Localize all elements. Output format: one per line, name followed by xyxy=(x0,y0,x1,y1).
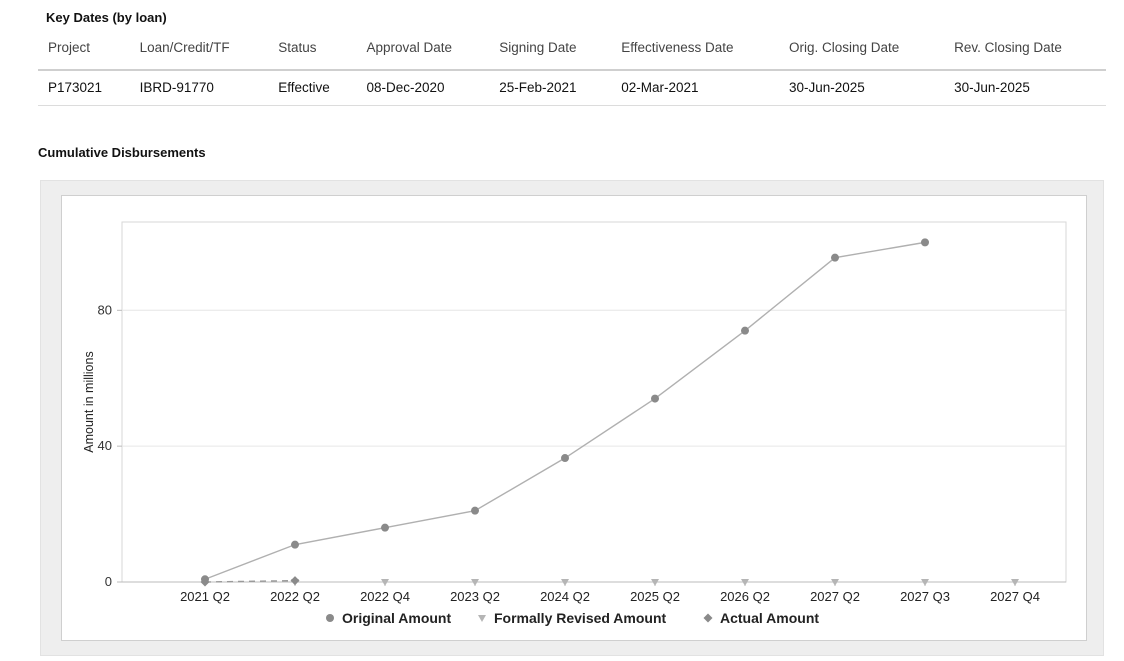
data-point-original-amount xyxy=(291,540,299,549)
series-line-original-amount xyxy=(204,241,926,580)
legend-marker-actual-amount xyxy=(703,613,713,623)
table-cell: Effective xyxy=(268,70,357,106)
table-cell: 08-Dec-2020 xyxy=(356,70,490,106)
key-dates-table: Project Loan/Credit/TF Status Approval D… xyxy=(38,30,1106,106)
plot-area xyxy=(121,221,1067,583)
column-header: Effectiveness Date xyxy=(611,30,779,71)
column-header: Signing Date xyxy=(489,30,612,71)
x-tick-label: 2025 Q2 xyxy=(630,589,680,604)
legend-marker-original-amount xyxy=(326,614,334,622)
chart-frame: 0 40 80 2021 Q2 2022 Q2 2022 Q4 2023 Q2 2024 Q2… xyxy=(40,180,1104,656)
legend-label-formally-revised-amount: Formally Revised Amount xyxy=(494,610,667,626)
table-header-row: Project Loan/Credit/TF Status Approval D… xyxy=(38,30,1106,71)
data-point-original-amount xyxy=(831,253,839,262)
table-cell: 25-Feb-2021 xyxy=(489,70,612,106)
table-cell: IBRD-91770 xyxy=(129,70,269,106)
column-header: Approval Date xyxy=(356,30,490,71)
y-tick-label: 80 xyxy=(98,302,112,317)
data-point-original-amount xyxy=(201,575,209,584)
data-point-original-amount xyxy=(561,454,569,463)
data-point-original-amount xyxy=(471,506,479,515)
data-point-actual-amount xyxy=(290,576,300,586)
legend-marker-formally-revised-amount xyxy=(478,615,486,622)
y-tick-label: 40 xyxy=(98,438,112,453)
y-axis-label: Amount in millions xyxy=(82,351,96,452)
table-row: P173021 IBRD-91770 Effective 08-Dec-2020… xyxy=(38,70,1106,106)
x-tick-label: 2027 Q3 xyxy=(900,589,950,604)
table-cell: 02-Mar-2021 xyxy=(611,70,779,106)
x-tick-label: 2027 Q2 xyxy=(810,589,860,604)
x-tick-label: 2024 Q2 xyxy=(540,589,590,604)
x-tick-label: 2023 Q2 xyxy=(450,589,500,604)
chart-panel: 0 40 80 2021 Q2 2022 Q2 2022 Q4 2023 Q2 2024 Q2… xyxy=(61,195,1087,641)
x-tick-label: 2027 Q4 xyxy=(990,589,1040,604)
column-header: Loan/Credit/TF xyxy=(129,30,269,71)
x-tick-label: 2021 Q2 xyxy=(180,589,230,604)
key-dates-title: Key Dates (by loan) xyxy=(46,10,167,25)
x-tick-label: 2026 Q2 xyxy=(720,589,770,604)
legend-label-original-amount: Original Amount xyxy=(342,610,451,626)
column-header: Orig. Closing Date xyxy=(778,30,945,71)
column-header: Project xyxy=(38,30,130,71)
y-tick-label: 0 xyxy=(105,574,112,589)
data-point-original-amount xyxy=(741,326,749,335)
table-cell: P173021 xyxy=(38,70,130,106)
x-tick-label: 2022 Q2 xyxy=(270,589,320,604)
data-point-original-amount xyxy=(651,394,659,403)
data-point-original-amount xyxy=(381,523,389,532)
disbursement-chart: 0 40 80 2021 Q2 2022 Q2 2022 Q4 2023 Q2 2024 Q2… xyxy=(82,221,1067,626)
x-tick-label: 2022 Q4 xyxy=(360,589,410,604)
table-cell: 30-Jun-2025 xyxy=(778,70,945,106)
data-point-original-amount xyxy=(921,238,929,247)
table-cell: 30-Jun-2025 xyxy=(944,70,1106,106)
cumulative-disbursements-title: Cumulative Disbursements xyxy=(38,145,206,160)
legend-label-actual-amount: Actual Amount xyxy=(720,610,819,626)
column-header: Rev. Closing Date xyxy=(944,30,1106,71)
column-header: Status xyxy=(268,30,357,71)
